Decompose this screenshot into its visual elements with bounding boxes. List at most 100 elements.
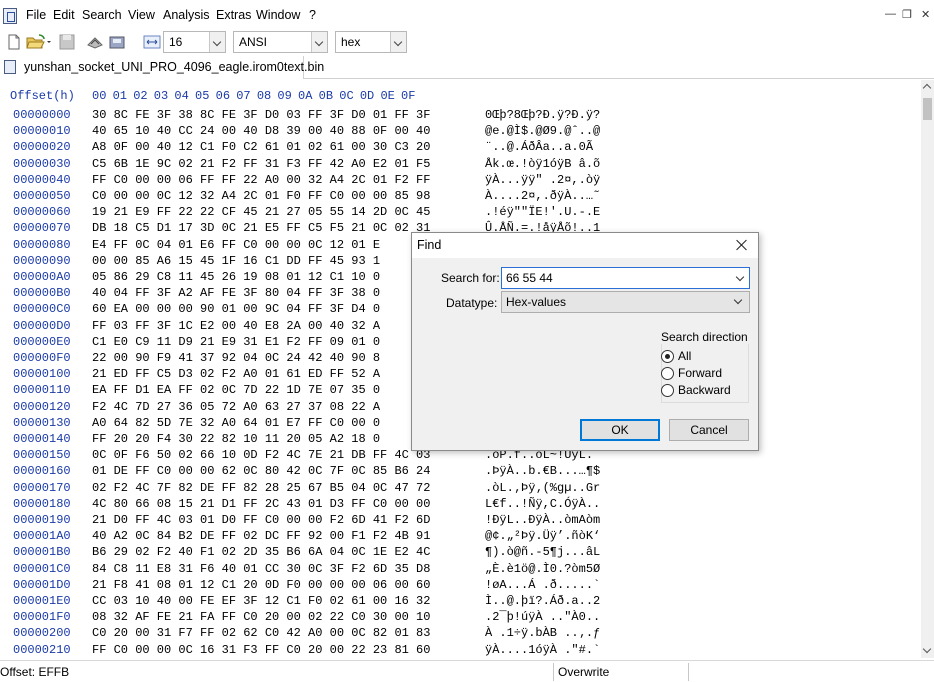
- charset-select[interactable]: ANSI: [233, 31, 328, 53]
- row-bytes[interactable]: 40 65 10 40 CC 24 00 40 D8 39 00 40 88 0…: [92, 124, 430, 138]
- bytes-per-row-icon: [143, 35, 161, 49]
- menu-help[interactable]: ?: [309, 8, 316, 22]
- row-bytes[interactable]: FF 20 20 F4 30 22 82 10 11 20 05 A2 18 0: [92, 432, 380, 446]
- row-text[interactable]: ¨..@.ÁðÂa..a.0Ã: [485, 140, 600, 154]
- row-bytes[interactable]: E4 FF 0C 04 01 E6 FF C0 00 00 0C 12 01 E: [92, 238, 380, 252]
- chevron-down-icon[interactable]: [311, 32, 327, 52]
- menu-file[interactable]: File: [26, 8, 46, 22]
- datatype-select[interactable]: Hex-values: [501, 291, 750, 313]
- row-bytes[interactable]: 01 DE FF C0 00 00 62 0C 80 42 0C 7F 0C 8…: [92, 464, 430, 478]
- row-offset: 00000090: [13, 253, 71, 268]
- menu-extras[interactable]: Extras: [216, 8, 251, 22]
- menu-view[interactable]: View: [128, 8, 155, 22]
- row-text[interactable]: ¶).ò@ñ.-5¶j...âL: [485, 545, 600, 559]
- close-icon[interactable]: ✕: [921, 8, 930, 21]
- row-bytes[interactable]: A8 0F 00 40 12 C1 F0 C2 61 01 02 61 00 3…: [92, 140, 430, 154]
- row-bytes[interactable]: 40 A2 0C 84 B2 DE FF 02 DC FF 92 00 F1 F…: [92, 529, 430, 543]
- row-text[interactable]: Åk.œ.!òÿ1óÿB â.õ: [485, 157, 600, 171]
- menu-edit[interactable]: Edit: [53, 8, 75, 22]
- scroll-down-icon[interactable]: [921, 644, 934, 658]
- tab-file[interactable]: yunshan_socket_UNI_PRO_4096_eagle.irom0t…: [0, 56, 324, 79]
- chevron-down-icon[interactable]: [735, 272, 745, 282]
- row-text[interactable]: !ÐÿL..ÐÿÀ..òmAòm: [485, 513, 600, 527]
- menu-window[interactable]: Window: [256, 8, 300, 22]
- radio-direction-backward[interactable]: Backward: [661, 383, 751, 399]
- menu-analysis[interactable]: Analysis: [163, 8, 210, 22]
- bytes-per-row-select[interactable]: 16: [163, 31, 226, 53]
- chevron-down-icon[interactable]: [209, 32, 225, 52]
- save-icon[interactable]: [58, 33, 76, 51]
- row-text[interactable]: „È.è1ö@.Ì0.?òm5Ø: [485, 562, 600, 576]
- view-icon[interactable]: [86, 33, 104, 51]
- row-bytes[interactable]: 30 8C FE 3F 38 8C FE 3F D0 03 FF 3F D0 0…: [92, 108, 430, 122]
- row-bytes[interactable]: 4C 80 66 08 15 21 D1 FF 2C 43 01 D3 FF C…: [92, 497, 430, 511]
- row-text[interactable]: 0Œþ?8Œþ?Ð.ÿ?Ð.ÿ?: [485, 108, 600, 122]
- row-bytes[interactable]: 40 04 FF 3F A2 AF FE 3F 80 04 FF 3F 38 0: [92, 286, 380, 300]
- row-text[interactable]: .ÞÿÀ..b.€B...…¶$: [485, 464, 600, 478]
- chevron-down-icon[interactable]: [733, 295, 743, 305]
- search-input[interactable]: 66 55 44: [501, 267, 750, 289]
- row-bytes[interactable]: 05 86 29 C8 11 45 26 19 08 01 12 C1 10 0: [92, 270, 380, 284]
- row-bytes[interactable]: 21 D0 FF 4C 03 01 D0 FF C0 00 00 F2 6D 4…: [92, 513, 430, 527]
- row-text[interactable]: ÿÀ...ÿÿ" .2¤,.òÿ: [485, 173, 600, 187]
- search-input-value: 66 55 44: [506, 271, 553, 285]
- row-bytes[interactable]: FF C0 00 00 06 FF FF 22 A0 00 32 A4 2C 0…: [92, 173, 430, 187]
- row-bytes[interactable]: EA FF D1 EA FF 02 0C 7D 22 1D 7E 07 35 0: [92, 383, 380, 397]
- row-bytes[interactable]: 21 F8 41 08 01 12 C1 20 0D F0 00 00 00 0…: [92, 578, 430, 592]
- row-bytes[interactable]: A0 64 82 5D 7E 32 A0 64 01 E7 FF C0 00 0: [92, 416, 380, 430]
- scroll-thumb[interactable]: [923, 98, 932, 120]
- row-bytes[interactable]: 84 C8 11 E8 31 F6 40 01 CC 30 0C 3F F2 6…: [92, 562, 430, 576]
- row-bytes[interactable]: FF 03 FF 3F 1C E2 00 40 E8 2A 00 40 32 A: [92, 319, 380, 333]
- row-bytes[interactable]: 22 00 90 F9 41 37 92 04 0C 24 42 40 90 8: [92, 351, 380, 365]
- row-text[interactable]: L€f..!Ñÿ,C.ÓÿÀ..: [485, 497, 600, 511]
- scroll-up-icon[interactable]: [921, 80, 934, 94]
- row-text[interactable]: À .1÷ÿ.bÀB ..‚.ƒ: [485, 626, 600, 640]
- ok-button[interactable]: OK: [580, 419, 660, 441]
- vertical-scrollbar[interactable]: [921, 80, 934, 658]
- radio-direction-forward[interactable]: Forward: [661, 366, 751, 382]
- row-bytes[interactable]: B6 29 02 F2 40 F1 02 2D 35 B6 6A 04 0C 1…: [92, 545, 430, 559]
- radio-direction-all[interactable]: All: [661, 349, 751, 365]
- row-text[interactable]: Ì..@.þï?.Áð.a..2: [485, 594, 600, 608]
- row-bytes[interactable]: 00 00 85 A6 15 45 1F 16 C1 DD FF 45 93 1: [92, 254, 380, 268]
- row-bytes[interactable]: FF C0 00 00 0C 16 31 F3 FF C0 20 00 22 2…: [92, 643, 430, 657]
- offset-header: Offset(h): [10, 89, 75, 103]
- row-text[interactable]: ÿÀ....1óÿÀ ."#.`: [485, 643, 600, 657]
- restore-icon[interactable]: ❐: [902, 8, 912, 21]
- row-bytes[interactable]: C0 00 00 0C 12 32 A4 2C 01 F0 FF C0 00 0…: [92, 189, 430, 203]
- row-bytes[interactable]: C1 E0 C9 11 D9 21 E9 31 E1 F2 FF 09 01 0: [92, 335, 380, 349]
- row-text[interactable]: À....2¤,.ðÿÀ..…˜: [485, 189, 600, 203]
- row-bytes[interactable]: 0C 0F F6 50 02 66 10 0D F2 4C 7E 21 DB F…: [92, 448, 430, 462]
- disk-icon[interactable]: [108, 33, 126, 51]
- menu-search[interactable]: Search: [82, 8, 122, 22]
- radio-unchecked-icon[interactable]: [661, 384, 674, 397]
- row-bytes[interactable]: CC 03 10 40 00 FE EF 3F 12 C1 F0 02 61 0…: [92, 594, 430, 608]
- close-icon[interactable]: [734, 237, 750, 253]
- row-text[interactable]: @¢.„²Þÿ.Üÿ’.ñòK‘: [485, 529, 600, 543]
- radio-unchecked-icon[interactable]: [661, 367, 674, 380]
- chevron-down-icon[interactable]: [390, 32, 406, 52]
- minimize-icon[interactable]: —: [885, 8, 896, 20]
- radio-checked-icon[interactable]: [661, 350, 674, 363]
- row-bytes[interactable]: C0 20 00 31 F7 FF 02 62 C0 42 A0 00 0C 8…: [92, 626, 430, 640]
- row-offset: 000001C0: [13, 561, 71, 576]
- row-bytes[interactable]: F2 4C 7D 27 36 05 72 A0 63 27 37 08 22 A: [92, 400, 380, 414]
- row-text[interactable]: @e.@Ì$.@Ø9.@ˆ..@: [485, 124, 600, 138]
- row-text[interactable]: .2¯þ!úÿÀ .."À0..: [485, 610, 600, 624]
- new-file-icon[interactable]: [5, 33, 23, 51]
- row-bytes[interactable]: 02 F2 4C 7F 82 DE FF 82 28 25 67 B5 04 0…: [92, 481, 430, 495]
- cancel-button[interactable]: Cancel: [669, 419, 749, 441]
- offset-base-select[interactable]: hex: [335, 31, 407, 53]
- row-offset: 00000000: [13, 108, 71, 122]
- row-text[interactable]: .òL.‚Þÿ‚(%gµ..Gr: [485, 481, 600, 495]
- row-text[interactable]: .!éÿ""ÏE!'.U.-.E: [485, 205, 600, 219]
- row-bytes[interactable]: 08 32 AF FE 21 FA FF C0 20 00 02 22 C0 3…: [92, 610, 430, 624]
- row-bytes[interactable]: 19 21 E9 FF 22 22 CF 45 21 27 05 55 14 2…: [92, 205, 430, 219]
- row-text[interactable]: !øA...Á .ð.....`: [485, 578, 600, 592]
- row-offset: 00000210: [13, 642, 71, 657]
- row-bytes[interactable]: C5 6B 1E 9C 02 21 F2 FF 31 F3 FF 42 A0 E…: [92, 157, 430, 171]
- row-bytes[interactable]: DB 18 C5 D1 17 3D 0C 21 E5 FF C5 F5 21 0…: [92, 221, 430, 235]
- row-bytes[interactable]: 60 EA 00 00 00 90 01 00 9C 04 FF 3F D4 0: [92, 302, 380, 316]
- row-bytes[interactable]: 21 ED FF C5 D3 02 F2 A0 01 61 ED FF 52 A: [92, 367, 380, 381]
- open-file-icon[interactable]: [26, 33, 52, 51]
